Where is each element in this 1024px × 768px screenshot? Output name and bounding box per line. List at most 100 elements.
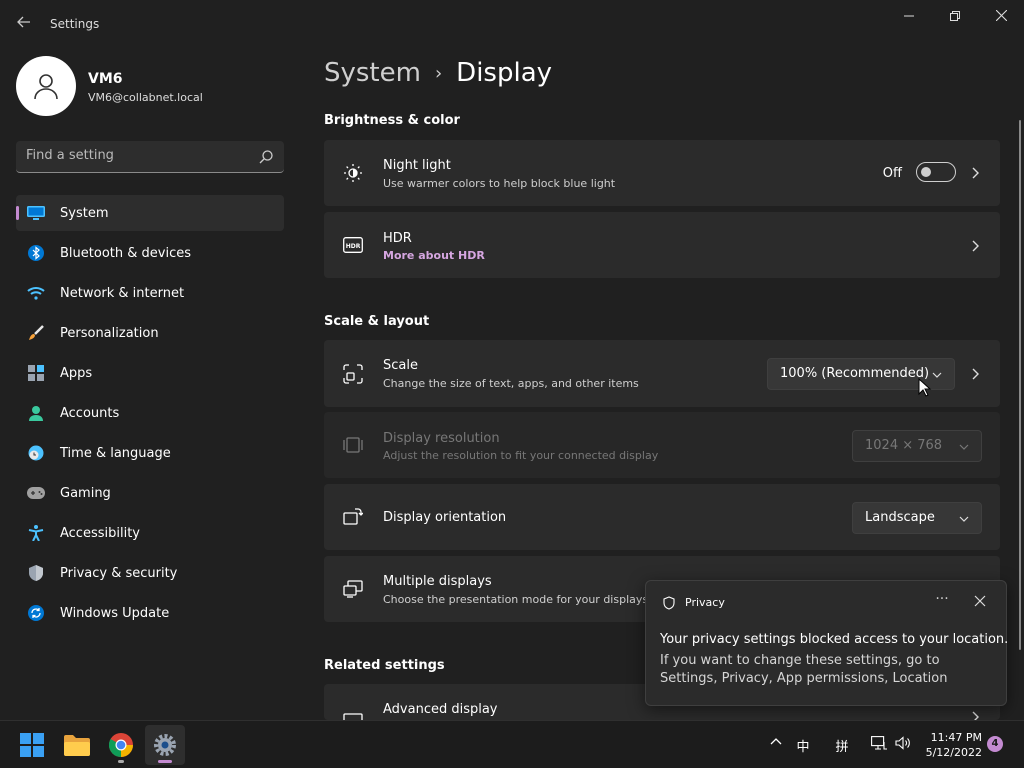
clock-globe-icon [27,444,45,462]
sidebar-item-label: Windows Update [60,605,170,621]
clock-date: 5/12/2022 [925,746,982,759]
sidebar-item-personalization[interactable]: Personalization [16,315,284,351]
clock-time: 11:47 PM [930,731,982,744]
start-icon [20,733,44,757]
sidebar-item-system[interactable]: System [16,195,284,231]
chrome-button[interactable] [101,725,141,765]
settings-taskbar-button[interactable] [145,725,185,765]
breadcrumb-parent[interactable]: System [324,58,421,88]
avatar [16,56,76,116]
scale-value: 100% (Recommended) [780,366,930,381]
person-icon [27,404,45,422]
restore-button[interactable] [940,8,970,26]
orientation-dropdown[interactable]: Landscape [852,502,982,534]
profile-name: VM6 [88,71,123,87]
running-indicator [158,760,172,763]
sidebar-item-network[interactable]: Network & internet [16,275,284,311]
sidebar-item-label: Network & internet [60,285,185,301]
search-input[interactable]: Find a setting [26,148,114,163]
resolution-title: Display resolution [383,431,500,446]
app-title: Settings [50,17,100,31]
show-hidden-icons-button[interactable] [765,736,787,752]
close-button[interactable] [986,8,1016,26]
ime-language-indicator[interactable]: 中 [792,736,814,755]
chevron-down-icon [959,444,969,450]
sidebar-item-gaming[interactable]: Gaming [16,475,284,511]
file-explorer-button[interactable] [57,725,97,765]
chevron-right-icon [972,240,979,252]
sidebar-item-label: Gaming [60,485,111,501]
display-orientation-card[interactable]: Display orientation Landscape [324,484,1000,550]
scale-icon [342,363,364,385]
sidebar-item-label: Apps [60,365,93,381]
monitor-icon [27,204,45,222]
volume-button[interactable] [892,736,914,754]
sidebar-item-label: Bluetooth & devices [60,245,191,261]
file-explorer-icon [64,735,90,756]
back-arrow-icon [17,16,30,28]
sidebar-item-apps[interactable]: Apps [16,355,284,391]
start-button[interactable] [12,725,52,765]
notification-count-badge[interactable]: 4 [987,736,1003,752]
hdr-more-link[interactable]: More about HDR [383,249,485,262]
orientation-title: Display orientation [383,510,507,525]
hdr-card[interactable]: HDR HDR More about HDR [324,212,1000,278]
network-button[interactable] [868,736,890,754]
chevron-right-icon [972,368,979,380]
sidebar-item-windows-update[interactable]: Windows Update [16,595,284,631]
multiple-displays-title: Multiple displays [383,574,492,589]
accessibility-icon [27,524,45,542]
search-icon[interactable] [258,149,274,165]
privacy-notification[interactable]: Privacy ··· Your privacy settings blocke… [645,580,1008,706]
mouse-cursor-icon [918,378,932,397]
shield-icon [27,564,45,582]
bluetooth-icon [27,244,45,262]
back-button[interactable] [14,14,34,34]
section-title-scale: Scale & layout [324,314,430,329]
night-light-state: Off [882,166,902,181]
orientation-value: Landscape [865,510,935,525]
notification-body: If you want to change these settings, go… [660,653,948,686]
sidebar-item-accessibility[interactable]: Accessibility [16,515,284,551]
running-indicator [118,760,124,763]
ime-mode-indicator[interactable]: 拼 [831,736,853,755]
more-options-button[interactable]: ··· [932,591,952,611]
chevron-up-icon [770,738,782,745]
scrollbar[interactable] [1019,120,1021,650]
display-resolution-card: Display resolution Adjust the resolution… [324,412,1000,478]
taskbar: 中 拼 11:47 PM 5/12/2022 4 [0,720,1024,768]
profile-email: VM6@collabnet.local [88,91,203,104]
resolution-dropdown: 1024 × 768 [852,430,982,462]
night-light-icon [342,162,364,184]
scale-subtitle: Change the size of text, apps, and other… [383,377,639,390]
sidebar-item-label: Time & language [60,445,171,461]
person-icon [34,74,58,100]
minimize-button[interactable] [894,8,924,26]
sidebar-item-time-language[interactable]: Time & language [16,435,284,471]
night-light-card[interactable]: Night light Use warmer colors to help bl… [324,140,1000,206]
taskbar-clock[interactable]: 11:47 PM 5/12/2022 [920,730,982,760]
night-light-toggle[interactable] [916,162,956,182]
night-light-title: Night light [383,158,451,173]
search-box[interactable]: Find a setting [16,141,284,173]
sidebar-item-label: Privacy & security [60,565,178,581]
update-icon [27,604,45,622]
scale-card[interactable]: Scale Change the size of text, apps, and… [324,340,1000,407]
shield-icon [663,596,675,610]
settings-icon [154,734,176,756]
page-title: Display [456,58,553,88]
sidebar-item-bluetooth[interactable]: Bluetooth & devices [16,235,284,271]
resolution-subtitle: Adjust the resolution to fit your connec… [383,449,659,462]
breadcrumb: System › Display [324,58,552,88]
gamepad-icon [27,484,45,502]
minimize-icon [904,15,914,17]
resolution-icon [342,434,364,456]
scale-title: Scale [383,358,418,373]
sidebar-item-label: Accounts [60,405,120,421]
close-icon[interactable] [972,593,988,609]
sidebar-item-accounts[interactable]: Accounts [16,395,284,431]
multiple-displays-subtitle: Choose the presentation mode for your di… [383,593,649,606]
section-title-brightness: Brightness & color [324,113,460,128]
title-bar: Settings [0,0,1024,48]
sidebar-item-privacy[interactable]: Privacy & security [16,555,284,591]
